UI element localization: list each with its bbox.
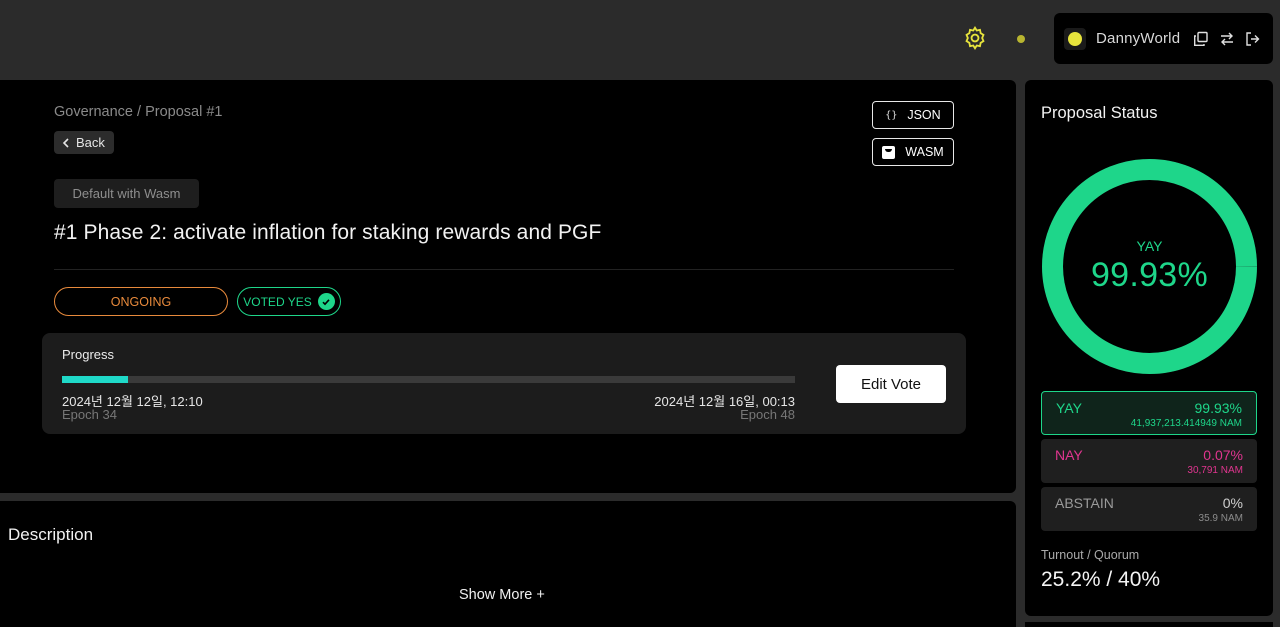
side-panel-footer xyxy=(1025,622,1273,627)
start-epoch: Epoch 34 xyxy=(62,407,117,422)
wasm-button[interactable]: WASM xyxy=(872,138,954,166)
gear-icon[interactable] xyxy=(962,25,988,51)
account-panel: DannyWorld xyxy=(1054,13,1273,64)
code-braces-icon: {} xyxy=(885,109,898,121)
turnout-value: 25.2% / 40% xyxy=(1041,568,1161,591)
check-icon xyxy=(317,293,335,310)
breadcrumb: Governance / Proposal #1 xyxy=(54,104,223,120)
json-button[interactable]: {} JSON xyxy=(872,101,954,129)
progress-panel: Progress 2024년 12월 12일, 12:10 Epoch 34 2… xyxy=(42,333,966,434)
switch-account-icon[interactable] xyxy=(1218,30,1236,48)
status-badge: ONGOING xyxy=(54,287,228,316)
show-more-button[interactable]: Show More + xyxy=(459,587,545,603)
description-title: Description xyxy=(8,525,94,544)
voted-badge-label: VOTED YES xyxy=(243,294,312,309)
voted-badge: VOTED YES xyxy=(237,287,341,316)
donut-label: YAY xyxy=(1136,238,1163,254)
copy-icon[interactable] xyxy=(1192,30,1210,48)
donut-value: 99.93% xyxy=(1090,256,1209,294)
top-bar: DannyWorld xyxy=(0,0,1280,80)
vote-row-label: ABSTAIN xyxy=(1055,495,1114,511)
vote-row-yay: YAY 99.93% 41,937,213.414949 NAM xyxy=(1041,391,1257,435)
wasm-button-label: WASM xyxy=(905,145,944,159)
wasm-icon xyxy=(882,145,896,159)
proposal-title: #1 Phase 2: activate inflation for staki… xyxy=(54,221,602,244)
description-card: Description Show More + xyxy=(0,501,1016,627)
progress-label: Progress xyxy=(62,347,115,362)
edit-vote-button[interactable]: Edit Vote xyxy=(836,365,946,403)
vote-row-nay: NAY 0.07% 30,791 NAM xyxy=(1041,439,1257,483)
end-epoch: Epoch 48 xyxy=(740,407,795,422)
back-button-label: Back xyxy=(76,135,105,150)
status-title: Proposal Status xyxy=(1041,104,1158,122)
logout-icon[interactable] xyxy=(1244,30,1262,48)
json-button-label: JSON xyxy=(907,108,941,122)
account-avatar xyxy=(1064,27,1086,50)
proposal-card: Governance / Proposal #1 Back {} JSON WA… xyxy=(0,80,1016,493)
chevron-left-icon xyxy=(62,137,69,148)
vote-row-label: NAY xyxy=(1055,447,1083,463)
network-status-dot xyxy=(1017,35,1025,43)
vote-row-abstain: ABSTAIN 0% 35.9 NAM xyxy=(1041,487,1257,531)
vote-row-pct: 99.93% xyxy=(1194,400,1242,416)
vote-row-label: YAY xyxy=(1056,400,1082,416)
divider xyxy=(54,269,954,270)
vote-row-pct: 0.07% xyxy=(1203,447,1243,463)
turnout-label: Turnout / Quorum xyxy=(1041,548,1140,562)
proposal-type-tag: Default with Wasm xyxy=(54,179,199,208)
progress-fill xyxy=(62,376,128,383)
progress-track xyxy=(62,376,795,383)
proposal-status-panel: Proposal Status YAY 99.93% YAY 99.93% 41… xyxy=(1025,80,1273,616)
account-name: DannyWorld xyxy=(1096,30,1181,47)
vote-row-pct: 0% xyxy=(1222,495,1243,511)
vote-row-amount: 30,791 NAM xyxy=(1187,465,1243,476)
vote-row-amount: 41,937,213.414949 NAM xyxy=(1130,418,1242,429)
vote-row-amount: 35.9 NAM xyxy=(1198,513,1243,524)
back-button[interactable]: Back xyxy=(54,131,114,154)
